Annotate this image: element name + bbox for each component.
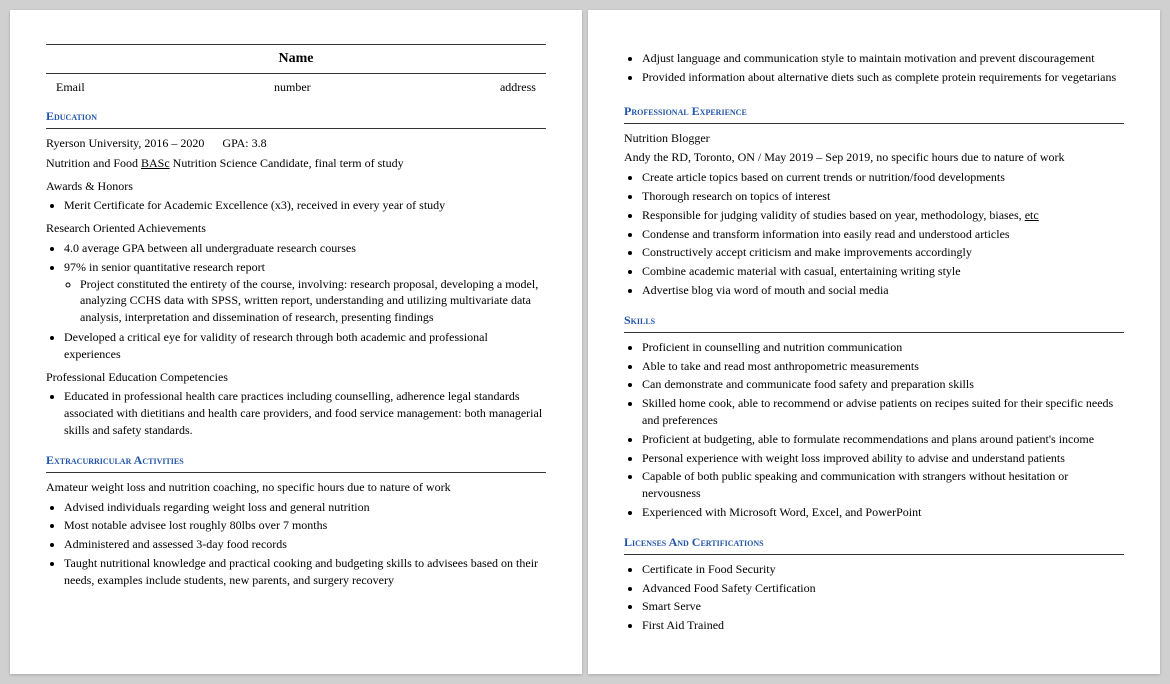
education-university: Ryerson University, 2016 – 2020 GPA: 3.8 (46, 135, 546, 152)
extracurricular-item-0: Advised individuals regarding weight los… (64, 499, 546, 516)
skill-item-1: Able to take and read most anthropometri… (642, 358, 1124, 375)
pe-item-2: Responsible for judging validity of stud… (642, 207, 1124, 224)
header-contact: Email number address (46, 80, 546, 95)
extracurricular-description: Amateur weight loss and nutrition coachi… (46, 479, 546, 496)
competencies-list: Educated in professional health care pra… (64, 388, 546, 438)
competencies-item-0: Educated in professional health care pra… (64, 388, 546, 438)
competencies-title: Professional Education Competencies (46, 369, 546, 386)
education-degree: Nutrition and Food BASc Nutrition Scienc… (46, 155, 546, 172)
skill-item-0: Proficient in counselling and nutrition … (642, 339, 1124, 356)
education-section: Education Ryerson University, 2016 – 202… (46, 109, 546, 439)
pe-item-3: Condense and transform information into … (642, 226, 1124, 243)
skills-title: Skills (624, 313, 1124, 328)
license-item-2: Smart Serve (642, 598, 1124, 615)
research-sub-item-0: Project constituted the entirety of the … (80, 276, 546, 326)
contact-number: number (274, 80, 311, 95)
license-item-1: Advanced Food Safety Certification (642, 580, 1124, 597)
research-item-0: 4.0 average GPA between all undergraduat… (64, 240, 546, 257)
licenses-list: Certificate in Food Security Advanced Fo… (642, 561, 1124, 634)
skill-item-6: Capable of both public speaking and comm… (642, 468, 1124, 502)
extracurricular-item-3: Taught nutritional knowledge and practic… (64, 555, 546, 589)
job-title: Nutrition Blogger (624, 130, 1124, 147)
intro-item-1: Provided information about alternative d… (642, 69, 1124, 86)
extracurricular-list: Advised individuals regarding weight los… (64, 499, 546, 589)
contact-email: Email (56, 80, 85, 95)
professional-experience-section: Professional Experience Nutrition Blogge… (624, 104, 1124, 299)
research-sublist: Project constituted the entirety of the … (80, 276, 546, 326)
pe-item-0: Create article topics based on current t… (642, 169, 1124, 186)
skill-item-2: Can demonstrate and communicate food saf… (642, 376, 1124, 393)
extracurricular-section: Extracurricular Activities Amateur weigh… (46, 453, 546, 589)
pe-item-1: Thorough research on topics of interest (642, 188, 1124, 205)
education-title: Education (46, 109, 546, 124)
license-item-0: Certificate in Food Security (642, 561, 1124, 578)
intro-item-0: Adjust language and communication style … (642, 50, 1124, 67)
skill-item-4: Proficient at budgeting, able to formula… (642, 431, 1124, 448)
licenses-section: Licenses and Certifications Certificate … (624, 535, 1124, 634)
resume-name: Name (46, 51, 546, 67)
extracurricular-item-1: Most notable advisee lost roughly 80lbs … (64, 517, 546, 534)
resume-header: Name Email number address (46, 44, 546, 95)
awards-item: Merit Certificate for Academic Excellenc… (64, 197, 546, 214)
contact-address: address (500, 80, 536, 95)
page-1: Name Email number address Education Ryer… (10, 10, 582, 674)
professional-experience-list: Create article topics based on current t… (642, 169, 1124, 299)
skill-item-7: Experienced with Microsoft Word, Excel, … (642, 504, 1124, 521)
license-item-3: First Aid Trained (642, 617, 1124, 634)
pe-item-5: Combine academic material with casual, e… (642, 263, 1124, 280)
research-item-1: 97% in senior quantitative research repo… (64, 259, 546, 326)
awards-title: Awards & Honors (46, 178, 546, 195)
degree-underline: BASc (141, 156, 170, 170)
pe-item-4: Constructively accept criticism and make… (642, 244, 1124, 261)
professional-experience-title: Professional Experience (624, 104, 1124, 119)
skills-section: Skills Proficient in counselling and nut… (624, 313, 1124, 521)
research-title: Research Oriented Achievements (46, 220, 546, 237)
extracurricular-title: Extracurricular Activities (46, 453, 546, 468)
pages-container: Name Email number address Education Ryer… (10, 10, 1160, 674)
skill-item-3: Skilled home cook, able to recommend or … (642, 395, 1124, 429)
research-list: 4.0 average GPA between all undergraduat… (64, 240, 546, 363)
licenses-title: Licenses and Certifications (624, 535, 1124, 550)
research-item-2: Developed a critical eye for validity of… (64, 329, 546, 363)
extracurricular-item-2: Administered and assessed 3-day food rec… (64, 536, 546, 553)
employer: Andy the RD, Toronto, ON / May 2019 – Se… (624, 149, 1124, 166)
pe-item-6: Advertise blog via word of mouth and soc… (642, 282, 1124, 299)
skills-list: Proficient in counselling and nutrition … (642, 339, 1124, 521)
awards-list: Merit Certificate for Academic Excellenc… (64, 197, 546, 214)
etc-underline: etc (1025, 208, 1039, 222)
intro-list: Adjust language and communication style … (642, 50, 1124, 86)
skill-item-5: Personal experience with weight loss imp… (642, 450, 1124, 467)
page-2: Adjust language and communication style … (588, 10, 1160, 674)
